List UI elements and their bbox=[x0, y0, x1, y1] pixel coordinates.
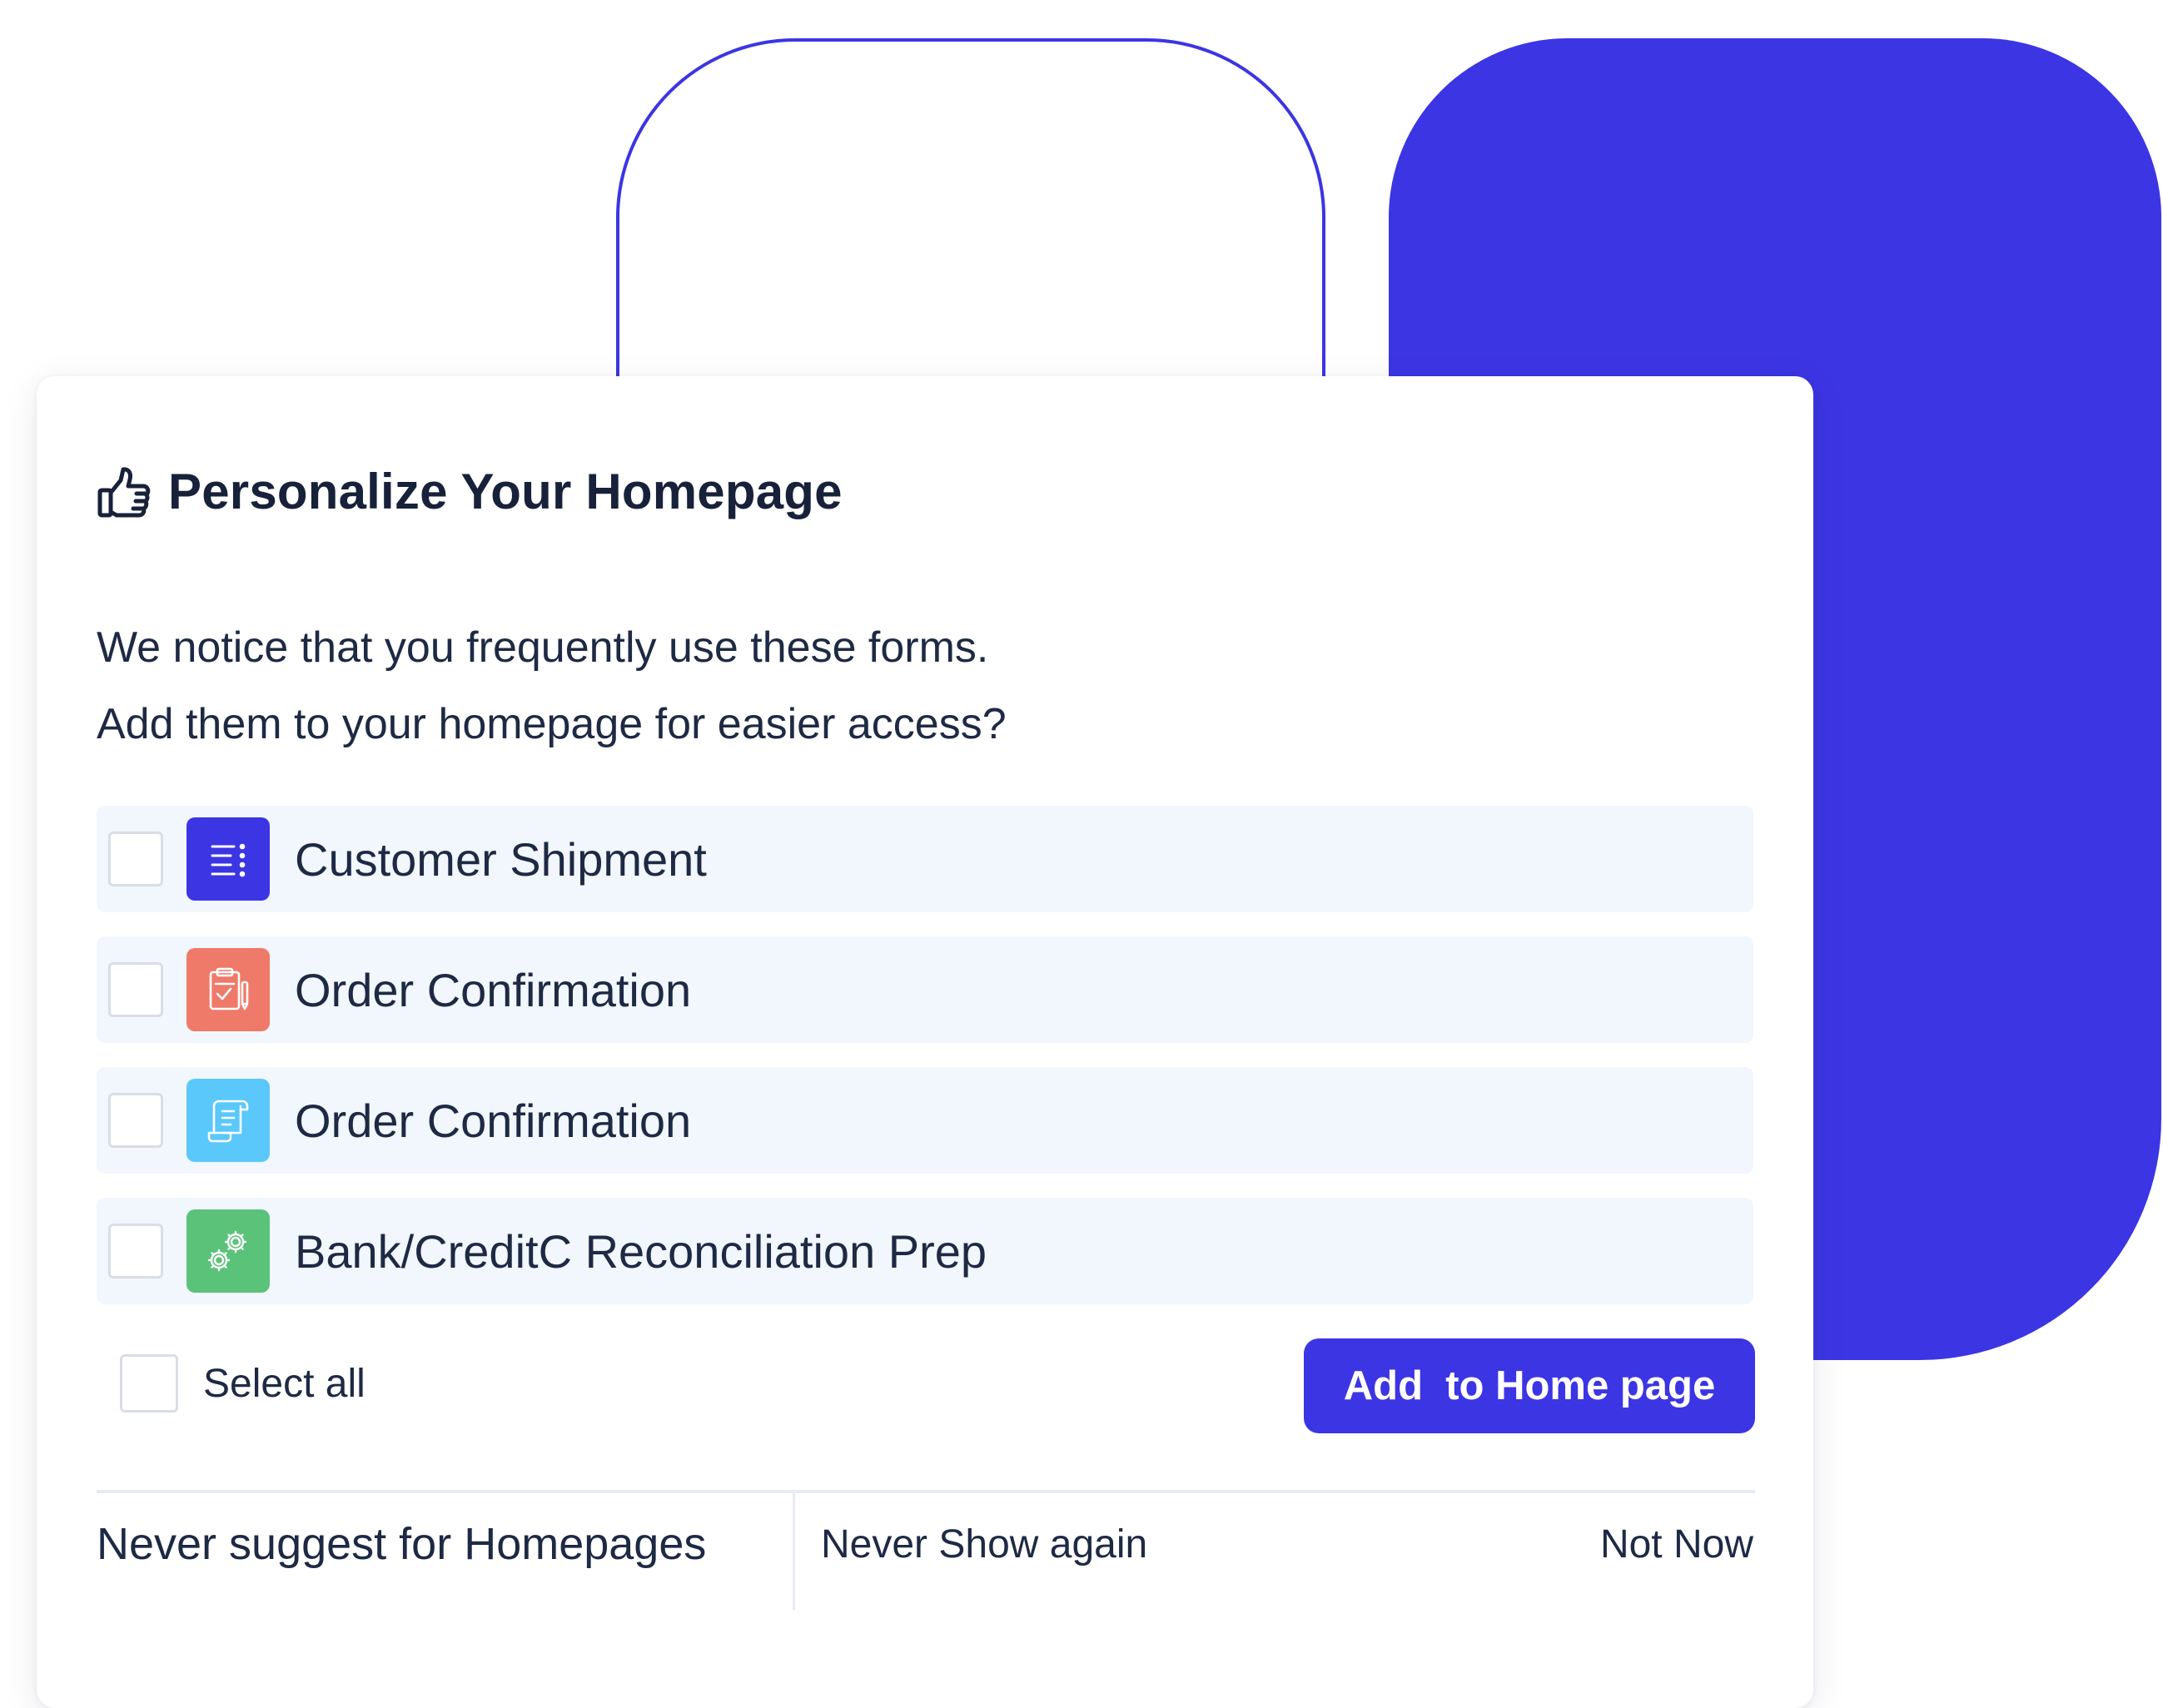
form-checkbox[interactable] bbox=[108, 1093, 163, 1148]
description-line-1: We notice that you frequently use these … bbox=[97, 623, 989, 672]
footer-divider bbox=[97, 1490, 1755, 1493]
clipboard-check-icon bbox=[186, 948, 270, 1031]
form-row-order-confirmation-2[interactable]: Order Confirmation bbox=[97, 1067, 1753, 1174]
form-row-order-confirmation[interactable]: Order Confirmation bbox=[97, 936, 1753, 1043]
footer-separator bbox=[793, 1493, 795, 1610]
form-checkbox[interactable] bbox=[108, 962, 163, 1017]
form-checkbox[interactable] bbox=[108, 832, 163, 886]
form-label: Customer Shipment bbox=[295, 832, 707, 886]
scroll-document-icon bbox=[186, 1079, 270, 1162]
form-row-customer-shipment[interactable]: Customer Shipment bbox=[97, 806, 1753, 912]
dialog-description: We notice that you frequently use these … bbox=[97, 609, 1007, 762]
never-show-again-button[interactable]: Never Show again bbox=[821, 1522, 1147, 1567]
form-label: Order Confirmation bbox=[295, 1094, 692, 1147]
personalize-homepage-dialog: Personalize Your Homepage We notice that… bbox=[37, 376, 1813, 1708]
select-all-label: Select all bbox=[203, 1361, 365, 1406]
form-list: Customer Shipment Order Confirmation Ord… bbox=[97, 806, 1753, 1328]
form-label: Bank/CreditC Reconciliation Prep bbox=[295, 1224, 987, 1278]
form-label: Order Confirmation bbox=[295, 963, 692, 1016]
list-icon bbox=[186, 817, 270, 901]
add-to-homepage-button[interactable]: Add to Home page bbox=[1304, 1338, 1755, 1433]
dialog-header: Personalize Your Homepage bbox=[97, 463, 843, 520]
never-suggest-label: Never suggest for Homepages bbox=[97, 1519, 707, 1569]
thumbs-up-icon bbox=[97, 465, 152, 519]
select-all-checkbox[interactable] bbox=[120, 1354, 178, 1413]
gears-icon bbox=[186, 1209, 270, 1293]
not-now-button[interactable]: Not Now bbox=[1600, 1522, 1753, 1567]
dialog-title: Personalize Your Homepage bbox=[168, 464, 843, 519]
description-line-2: Add them to your homepage for easier acc… bbox=[97, 700, 1007, 748]
select-all[interactable]: Select all bbox=[120, 1354, 365, 1413]
form-checkbox[interactable] bbox=[108, 1224, 163, 1279]
form-row-bank-reconciliation[interactable]: Bank/CreditC Reconciliation Prep bbox=[97, 1198, 1753, 1304]
